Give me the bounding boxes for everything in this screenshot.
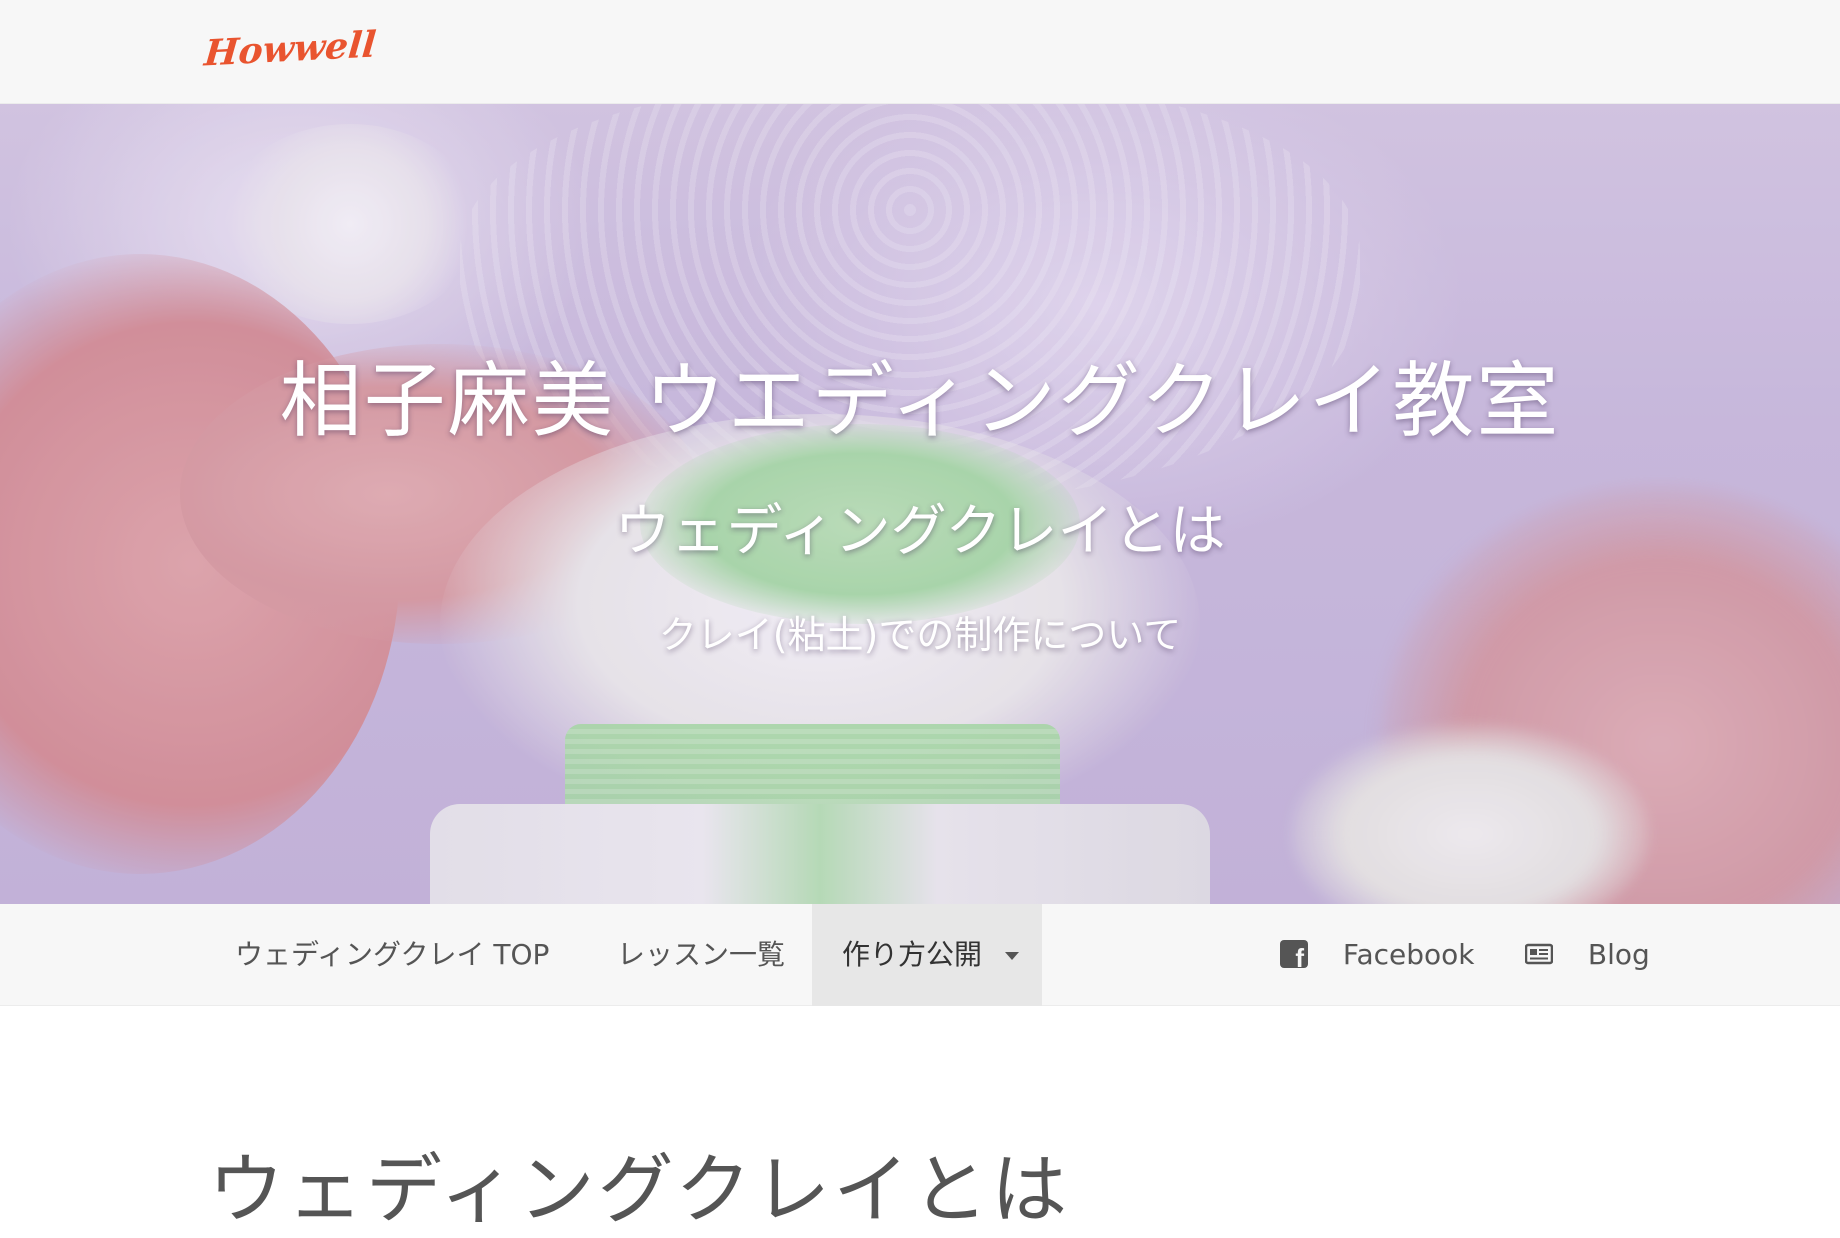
nav-item-label: Blog: [1587, 938, 1650, 971]
section-heading: ウェディングクレイとは: [208, 1145, 1071, 1234]
caret-down-icon: [1004, 952, 1019, 960]
site-header: Howwell: [0, 0, 1840, 104]
nav-item-lessons[interactable]: レッスン一覧: [587, 904, 815, 1006]
hero-title: 相子麻美 ウエディングクレイ教室: [279, 354, 1561, 449]
nav-item-wedding-clay-top[interactable]: ウェディングクレイ TOP: [205, 904, 579, 1006]
hero-banner: 相子麻美 ウエディングクレイ教室 ウェディングクレイとは クレイ(粘土)での制作…: [0, 104, 1840, 904]
blog-icon: [1525, 943, 1553, 965]
main-nav: ウェディングクレイ TOP レッスン一覧 作り方公開 Facebook Blog: [0, 904, 1840, 1006]
hero-tagline: クレイ(粘土)での制作について: [658, 613, 1182, 657]
nav-item-label: レッスン一覧: [617, 938, 786, 971]
nav-item-label: ウェディングクレイ TOP: [235, 938, 550, 971]
nav-item-howto-dropdown[interactable]: 作り方公開: [812, 904, 1042, 1006]
nav-item-label: 作り方公開: [842, 938, 983, 971]
nav-item-facebook[interactable]: Facebook: [1250, 904, 1504, 1006]
site-logo[interactable]: Howwell: [203, 24, 378, 75]
facebook-icon: [1280, 940, 1308, 972]
nav-item-blog[interactable]: Blog: [1495, 904, 1680, 1006]
hero-subtitle: ウェディングクレイとは: [614, 499, 1226, 564]
nav-item-label: Facebook: [1342, 938, 1475, 971]
